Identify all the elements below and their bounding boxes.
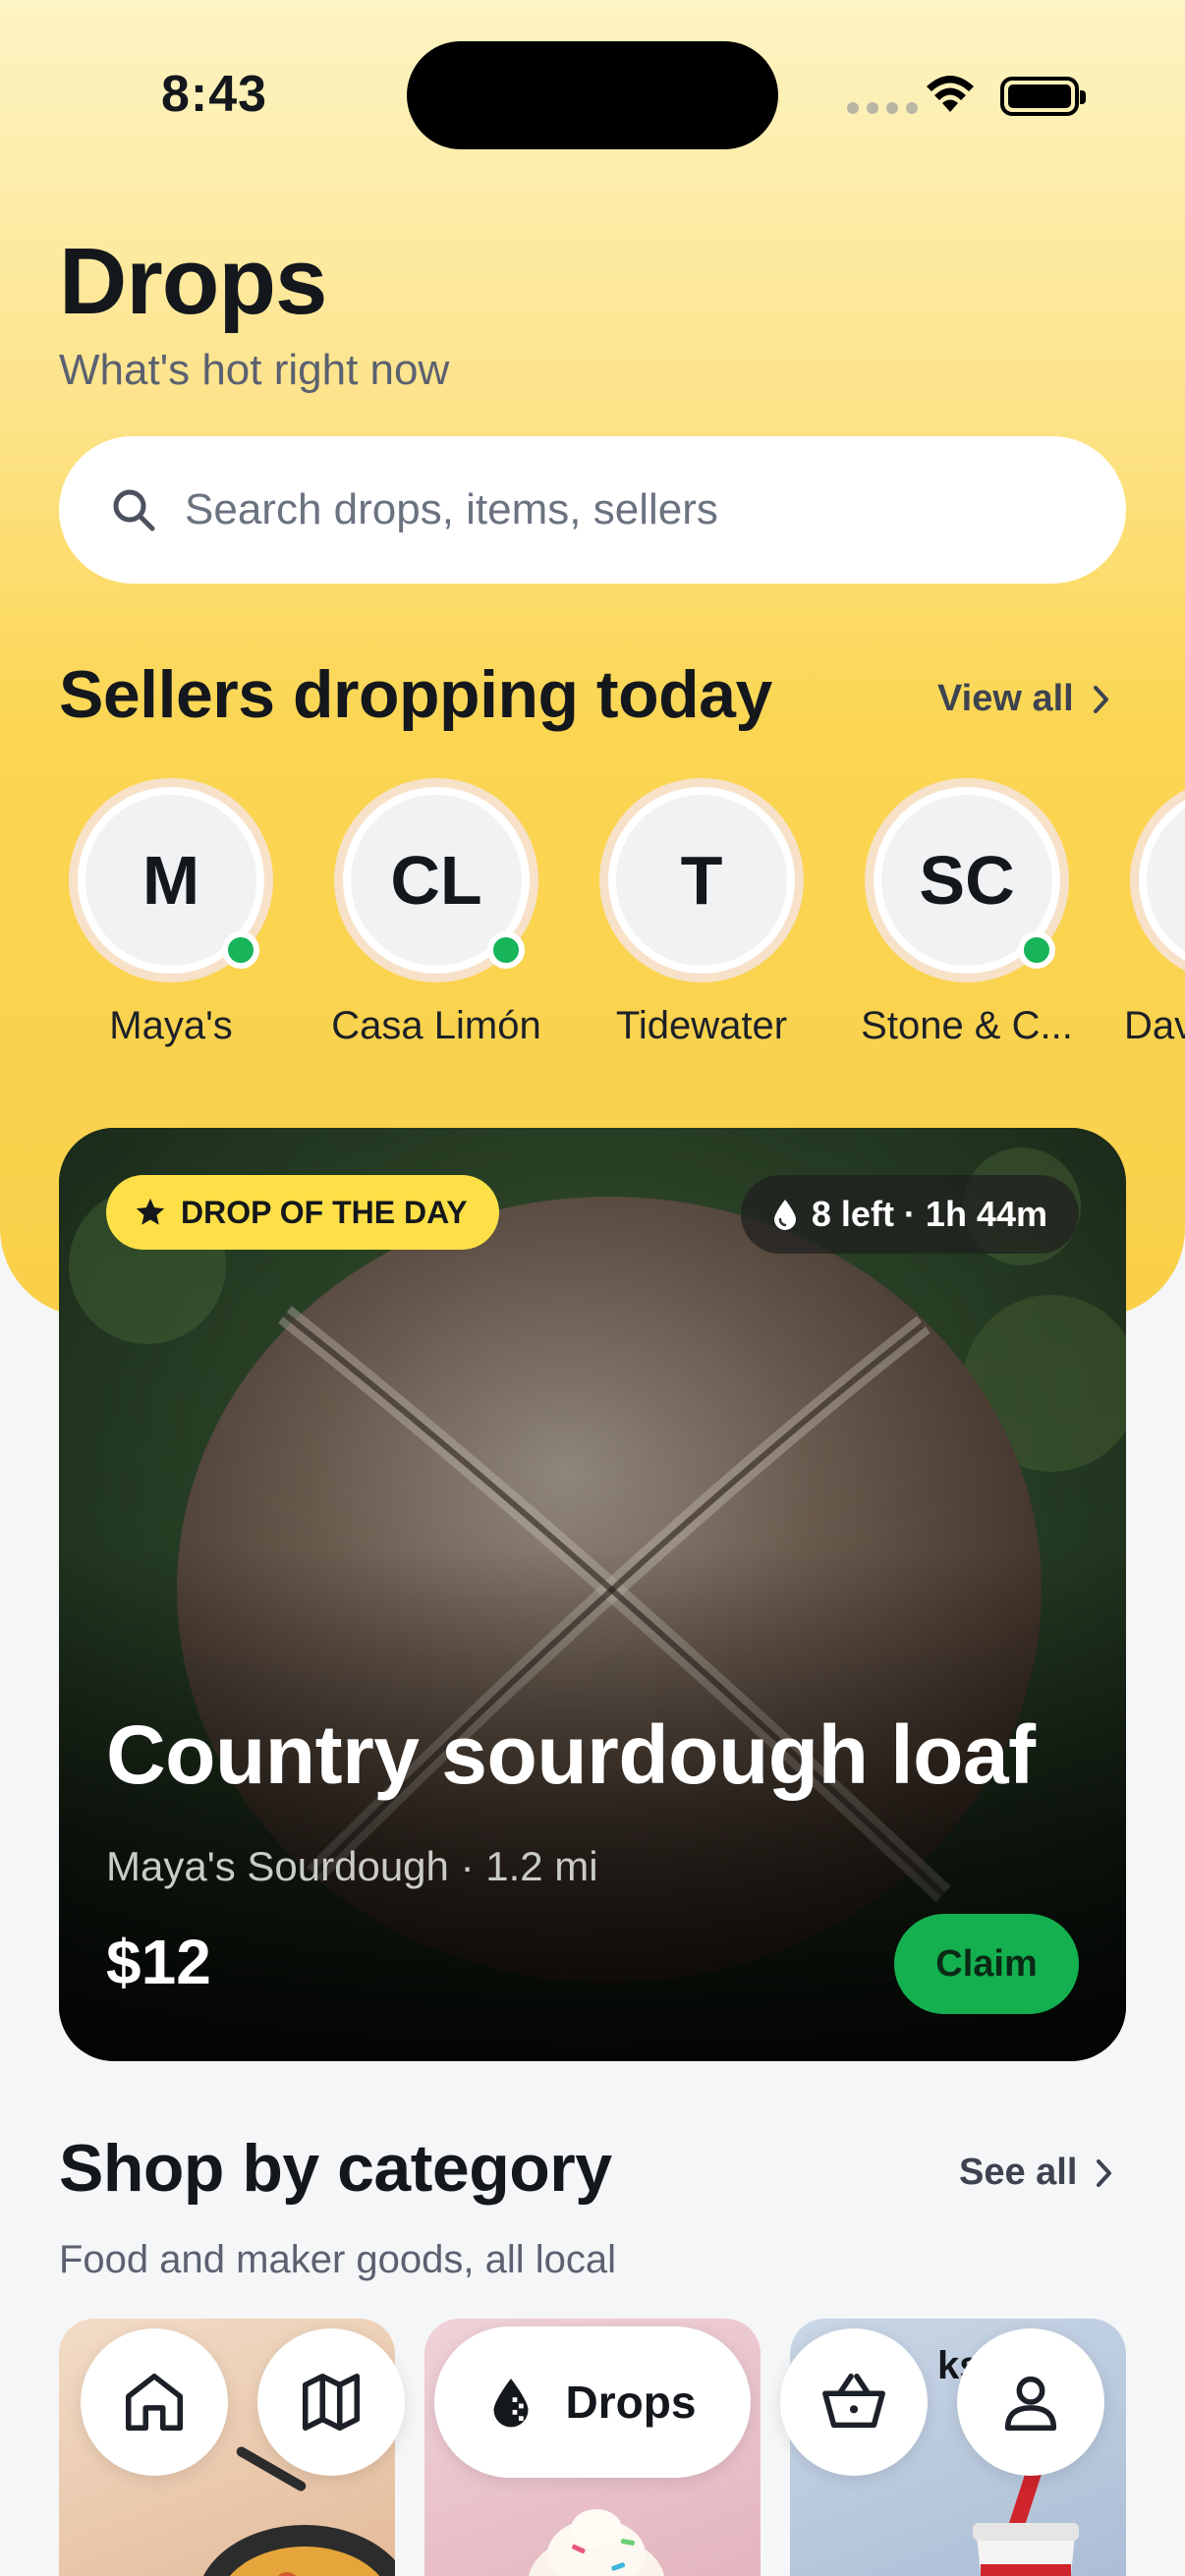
seller-item-mayas[interactable]: M Maya's (63, 778, 279, 1048)
chevron-right-icon (1093, 685, 1108, 713)
home-icon (125, 2373, 184, 2432)
avatar-initials: T (608, 787, 795, 974)
stock-timer-badge: 8 left · 1h 44m (740, 1175, 1079, 1254)
sellers-section-title: Sellers dropping today (59, 657, 772, 732)
nav-profile-button[interactable] (957, 2328, 1104, 2476)
map-icon (302, 2373, 361, 2432)
badge-label: DROP OF THE DAY (181, 1194, 468, 1230)
view-all-link[interactable]: View all (937, 678, 1111, 720)
nav-drops-label: Drops (565, 2377, 697, 2428)
online-indicator (1018, 931, 1055, 969)
nav-home-button[interactable] (81, 2328, 228, 2476)
seller-name: Casa Limón (331, 1004, 541, 1047)
drop-of-the-day-card[interactable]: DROP OF THE DAY 8 left · 1h 44m Country … (59, 1128, 1126, 2061)
sellers-carousel[interactable]: M Maya's CL Casa Limón T Tidewater SC St… (59, 778, 1185, 1063)
nav-map-button[interactable] (257, 2328, 405, 2476)
seller-item-stone[interactable]: SC Stone & C... (859, 778, 1075, 1048)
basket-icon (822, 2373, 885, 2429)
categories-subtitle: Food and maker goods, all local (59, 2238, 616, 2281)
drop-of-the-day-badge: DROP OF THE DAY (106, 1175, 499, 1250)
search-bar[interactable] (59, 436, 1126, 584)
status-time: 8:43 (161, 66, 268, 123)
drop-icon (773, 1200, 796, 1230)
battery-icon (1000, 77, 1086, 116)
page-subtitle: What's hot right now (59, 346, 450, 394)
cellular-signal-icon (847, 102, 918, 114)
avatar (1130, 778, 1185, 982)
avatar: M (69, 778, 273, 982)
categories-section-title: Shop by category (59, 2131, 612, 2206)
view-all-label: View all (937, 678, 1074, 719)
search-input[interactable] (185, 485, 1030, 534)
online-indicator (487, 931, 525, 969)
seller-name: Maya's (109, 1004, 233, 1047)
seller-name: Tidewater (615, 1004, 788, 1047)
drop-title: Country sourdough loaf (106, 1708, 1036, 1801)
nav-drops-button[interactable]: Drops (434, 2326, 751, 2478)
profile-icon (1004, 2376, 1057, 2432)
dynamic-island (407, 41, 778, 149)
drops-icon (493, 2379, 529, 2428)
avatar: T (599, 778, 804, 982)
avatar: SC (865, 778, 1069, 982)
seller-item-tidewater[interactable]: T Tidewater (593, 778, 810, 1048)
online-indicator (222, 931, 259, 969)
drop-meta: Maya's Sourdough · 1.2 mi (106, 1843, 598, 1889)
search-icon (113, 489, 155, 532)
avatar: CL (334, 778, 538, 982)
avatar-initials (1139, 787, 1185, 974)
see-all-link[interactable]: See all (959, 2152, 1114, 2194)
wifi-icon (927, 76, 974, 112)
page-title: Drops (59, 229, 327, 334)
seller-name: Stone & C... (861, 1004, 1073, 1047)
see-all-label: See all (959, 2152, 1078, 2193)
drop-price: $12 (106, 1927, 211, 1997)
seller-name: Dav (1124, 1004, 1185, 1047)
claim-button[interactable]: Claim (894, 1914, 1079, 2014)
chevron-right-icon (1097, 2158, 1112, 2187)
seller-item-dav[interactable]: Dav (1124, 778, 1185, 1048)
star-icon (136, 1198, 165, 1225)
stock-timer-text: 8 left · 1h 44m (811, 1194, 1047, 1234)
nav-basket-button[interactable] (780, 2328, 928, 2476)
seller-item-casa-limon[interactable]: CL Casa Limón (328, 778, 544, 1048)
